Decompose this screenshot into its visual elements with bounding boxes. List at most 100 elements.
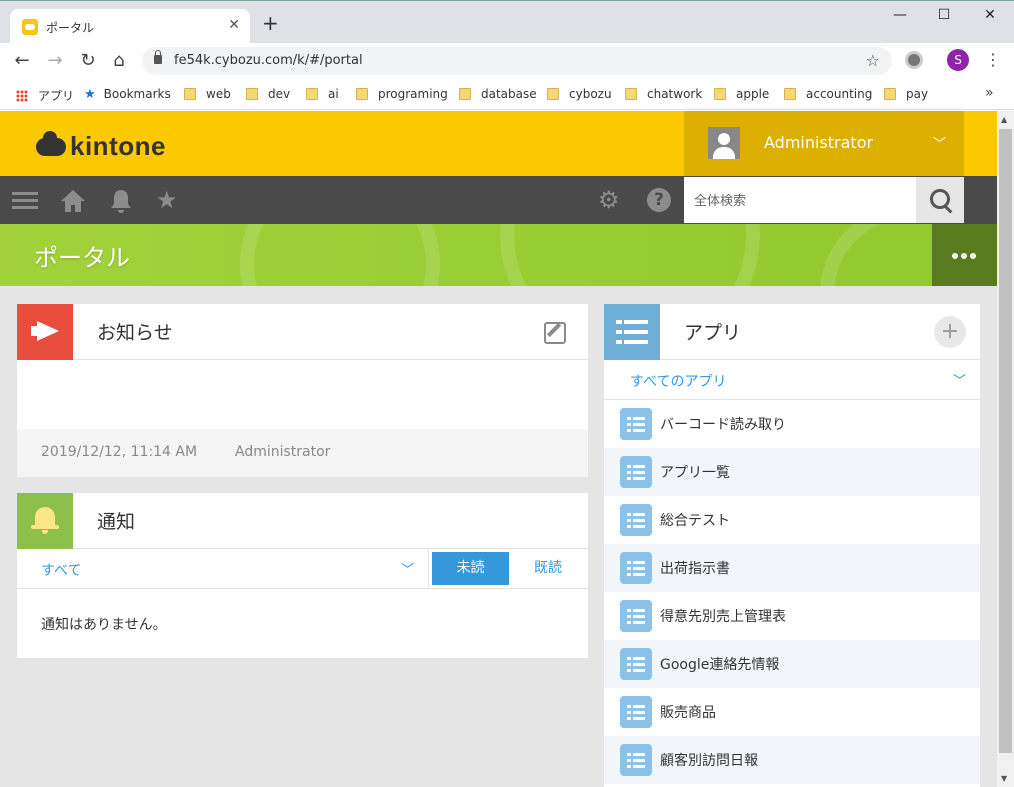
apps-filter-label: すべてのアプリ: [630, 374, 727, 390]
reload-icon[interactable]: ↻: [78, 51, 98, 71]
forward-arrow-icon[interactable]: →: [45, 51, 65, 71]
app-item[interactable]: アプリ一覧: [604, 448, 980, 496]
hamburger-menu-icon[interactable]: [12, 188, 38, 214]
browser-tab[interactable]: ポータル ✕: [10, 9, 250, 44]
folder-icon: [784, 88, 796, 100]
app-item[interactable]: 出荷指示書: [604, 544, 980, 592]
ellipsis-icon: [961, 253, 967, 259]
app-name: 得意先別売上管理表: [660, 609, 786, 625]
bookmark-folder-pay[interactable]: pay: [884, 87, 928, 101]
window-maximize-button[interactable]: ☐: [921, 7, 967, 27]
folder-icon: [547, 88, 559, 100]
notifications-filter-bar: すべて ﹀ 未読 既読: [17, 549, 588, 589]
app-name: 販売商品: [660, 705, 716, 721]
notifications-filter-select[interactable]: すべて ﹀: [17, 549, 429, 588]
home-icon[interactable]: [60, 188, 86, 214]
scroll-down-icon[interactable]: ▼: [1001, 774, 1007, 783]
bookmark-folder-programing[interactable]: programing: [356, 87, 448, 101]
megaphone-icon: [31, 321, 59, 341]
folder-icon: [356, 88, 368, 100]
chevron-down-icon: ﹀: [932, 137, 946, 152]
edit-icon[interactable]: [544, 322, 566, 344]
bookmarks-overflow-icon[interactable]: »: [985, 85, 994, 101]
chevron-down-icon: ﹀: [952, 374, 966, 389]
app-list-icon: [620, 744, 652, 776]
browser-toolbar: ← → ↻ ⌂ fe54k.cybozu.com/k/#/portal ☆: [0, 43, 1014, 79]
home-icon[interactable]: ⌂: [109, 51, 129, 71]
tab-close-icon[interactable]: ✕: [228, 17, 240, 33]
bookmark-folder-apple[interactable]: apple: [714, 87, 769, 101]
folder-icon: [246, 88, 258, 100]
address-bar[interactable]: fe54k.cybozu.com/k/#/portal ☆: [142, 47, 892, 75]
app-item[interactable]: 顧客別訪問日報: [604, 736, 980, 784]
window-close-button[interactable]: ✕: [967, 7, 1013, 27]
portal-options-button[interactable]: [932, 224, 997, 286]
bookmark-folder-chatwork[interactable]: chatwork: [625, 87, 702, 101]
global-search-input[interactable]: [684, 177, 916, 223]
bookmark-folder-web[interactable]: web: [184, 87, 231, 101]
bookmark-bookmarks[interactable]: ★ Bookmarks: [84, 87, 171, 102]
apps-badge: [604, 304, 660, 360]
page-title: ポータル: [34, 244, 130, 272]
bookmark-folder-accounting[interactable]: accounting: [784, 87, 872, 101]
kintone-cloud-icon: [36, 130, 66, 156]
notice-date: 2019/12/12, 11:14 AM: [41, 444, 198, 460]
favorites-star-icon[interactable]: ★: [156, 188, 182, 214]
notifications-header: 通知: [17, 493, 588, 549]
lock-icon[interactable]: [154, 50, 162, 64]
notifications-filter-label: すべて: [41, 563, 82, 579]
notifications-panel: 通知 すべて ﹀ 未読 既読 通知はありません。: [17, 493, 588, 658]
add-app-button[interactable]: +: [934, 316, 966, 348]
bookmark-folder-cybozu[interactable]: cybozu: [547, 87, 612, 101]
app-list-icon: [620, 696, 652, 728]
app-item[interactable]: 販売商品: [604, 688, 980, 736]
extension-icon[interactable]: [905, 51, 923, 69]
notifications-badge: [17, 493, 73, 549]
scroll-up-icon[interactable]: ▲: [1001, 115, 1007, 124]
apps-filter-select[interactable]: すべてのアプリ ﹀: [604, 360, 980, 400]
apps-panel: アプリ + すべてのアプリ ﹀ バーコード読み取り アプリ一覧 総合テスト 出荷…: [604, 304, 980, 787]
banner-decoration: [240, 224, 440, 286]
notice-footer: 2019/12/12, 11:14 AM Administrator: [17, 429, 588, 477]
profile-avatar[interactable]: S: [947, 49, 969, 71]
bookmark-star-icon[interactable]: ☆: [866, 51, 880, 70]
notice-panel: お知らせ 2019/12/12, 11:14 AM Administrator: [17, 304, 588, 477]
bookmark-folder-dev[interactable]: dev: [246, 87, 290, 101]
bookmark-folder-database[interactable]: database: [459, 87, 537, 101]
page-scrollbar[interactable]: ▲ ▼: [997, 111, 1014, 787]
app-item[interactable]: 得意先別売上管理表: [604, 592, 980, 640]
window-minimize-button[interactable]: —: [877, 7, 923, 27]
app-name: Google連絡先情報: [660, 657, 780, 673]
scrollbar-thumb[interactable]: [999, 129, 1012, 753]
back-arrow-icon[interactable]: ←: [12, 51, 32, 71]
app-name: バーコード読み取り: [660, 417, 786, 433]
list-icon: [616, 320, 648, 344]
app-item[interactable]: バーコード読み取り: [604, 400, 980, 448]
apps-grid-icon: [16, 90, 28, 102]
kintone-favicon-icon: [22, 19, 38, 35]
gear-icon[interactable]: ⚙: [598, 188, 624, 214]
user-name: Administrator: [764, 133, 874, 152]
folder-icon: [884, 88, 896, 100]
url-text[interactable]: fe54k.cybozu.com/k/#/portal: [174, 53, 363, 68]
chevron-down-icon: ﹀: [400, 563, 414, 578]
new-tab-button[interactable]: +: [262, 13, 279, 33]
app-item[interactable]: Google連絡先情報: [604, 640, 980, 688]
read-tab[interactable]: 既読: [517, 552, 579, 585]
browser-menu-icon[interactable]: ⋮: [985, 50, 1001, 69]
unread-tab[interactable]: 未読: [432, 552, 509, 585]
kintone-logo[interactable]: kintone: [36, 130, 166, 162]
apps-list: バーコード読み取り アプリ一覧 総合テスト 出荷指示書 得意先別売上管理表 Go…: [604, 400, 980, 784]
user-menu[interactable]: Administrator ﹀: [684, 111, 964, 176]
banner-decoration: [500, 224, 760, 286]
apps-title: アプリ: [684, 322, 742, 344]
help-icon[interactable]: ?: [647, 188, 671, 212]
kintone-logo-text: kintone: [70, 131, 166, 161]
bookmark-folder-ai[interactable]: ai: [306, 87, 339, 101]
app-list-icon: [620, 456, 652, 488]
tab-title: ポータル: [46, 21, 95, 35]
bell-icon[interactable]: [108, 188, 134, 214]
search-icon[interactable]: [916, 177, 964, 223]
app-item[interactable]: 総合テスト: [604, 496, 980, 544]
bookmark-apps[interactable]: アプリ: [16, 87, 74, 104]
